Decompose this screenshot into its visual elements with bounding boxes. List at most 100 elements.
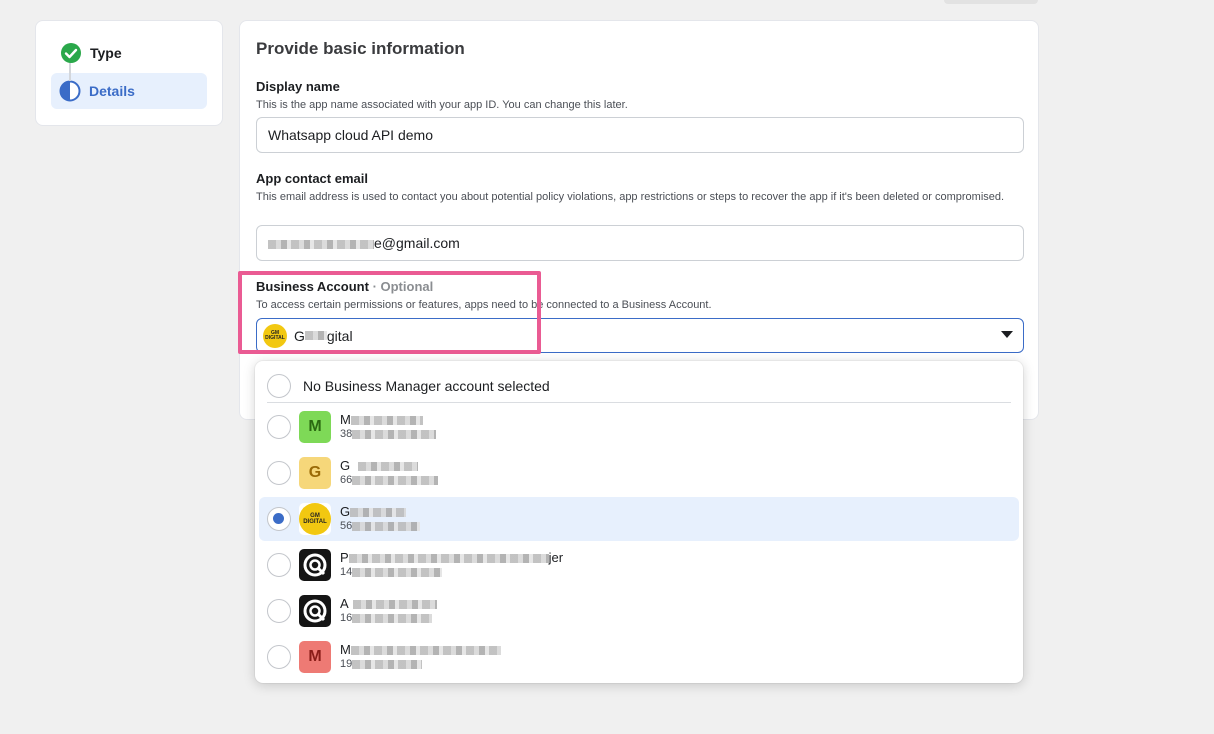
business-account-help: To access certain permissions or feature… [256,299,712,311]
contact-email-help: This email address is used to contact yo… [256,191,1005,203]
selected-account-prefix: G [294,327,305,344]
avatar: M [299,641,331,673]
item-name: Pjer [340,550,563,565]
redacted-email-prefix [268,239,374,249]
contact-email-label: App contact email [256,171,368,186]
item-text: G 66 [340,458,439,488]
radio-button[interactable] [267,461,291,485]
item-text: Pjer 14 [340,550,563,580]
item-text: G 56 [340,504,421,534]
ring-logo-icon [303,599,327,623]
redacted-id [352,567,443,577]
radio-button-checked[interactable] [267,507,291,531]
step-details-label: Details [89,83,135,99]
chevron-down-icon[interactable] [1001,331,1013,338]
display-name-help: This is the app name associated with you… [256,99,628,111]
redacted-name [352,600,437,610]
redacted-name [350,416,423,426]
item-id: 14 [340,565,563,580]
contact-email-suffix: e@gmail.com [374,235,460,251]
gm-digital-logo: GM DIGITAL [299,503,331,535]
list-item[interactable]: A 16 [259,589,1019,633]
item-text: A 16 [340,596,437,626]
redacted-id [352,429,437,439]
redacted-id [352,659,423,669]
item-text: M 19 [340,642,501,672]
item-name: G [340,504,420,519]
list-item[interactable]: Pjer 14 [259,543,1019,587]
item-name-prefix: M [340,642,351,657]
item-id: 38 [340,427,437,442]
business-account-label-text: Business Account [256,279,369,294]
item-text: M 38 [340,412,437,442]
option-none-label: No Business Manager account selected [303,378,550,394]
radio-button[interactable] [267,415,291,439]
redacted-id [352,475,439,485]
list-item[interactable]: G G 66 [259,451,1019,495]
radio-button[interactable] [267,599,291,623]
list-item-selected[interactable]: GM DIGITAL G 56 [259,497,1019,541]
item-id: 19 [340,657,501,672]
avatar [299,595,331,627]
redacted-id [352,613,433,623]
avatar [299,549,331,581]
item-name-prefix: G [340,504,351,519]
step-type-label: Type [90,45,122,61]
item-id: 16 [340,611,437,626]
divider [267,402,1011,403]
list-item[interactable]: M M 19 [259,635,1019,679]
stepper-connector [69,63,71,81]
item-name: G [340,458,438,473]
radio-button[interactable] [267,553,291,577]
option-no-business-account[interactable]: No Business Manager account selected [267,369,1011,403]
item-name: M [340,412,436,427]
redacted-name [358,462,419,472]
item-name-prefix: G [340,458,351,473]
top-button-stub[interactable] [944,0,1038,4]
item-id-prefix: 19 [340,658,353,670]
item-name-prefix: M [340,412,351,427]
contact-email-input[interactable]: e@gmail.com [256,225,1024,261]
ring-logo-icon [303,553,327,577]
basic-info-card: Provide basic information Display name T… [239,20,1039,420]
item-id-prefix: 38 [340,428,353,440]
gm-logo-bottom: DIGITAL [303,519,327,525]
item-id-prefix: 56 [340,520,353,532]
avatar: GM DIGITAL [299,503,331,535]
business-account-select[interactable]: GM DIGITAL G gital [256,318,1024,353]
half-circle-progress-icon [59,80,81,102]
step-type[interactable]: Type [52,35,206,71]
page-title: Provide basic information [256,39,465,58]
optional-tag: · Optional [372,279,434,294]
item-id-prefix: 16 [340,612,353,624]
gm-logo-bottom: DIGITAL [265,334,285,341]
check-circle-icon [61,43,81,63]
item-id: 66 [340,473,439,488]
radio-button[interactable] [267,645,291,669]
item-name: M [340,642,501,657]
display-name-label: Display name [256,79,340,94]
step-details[interactable]: Details [51,73,207,109]
redacted-name [348,554,549,564]
selected-account-suffix: gital [326,327,353,344]
item-name-suffix: jer [548,550,564,565]
list-item[interactable]: M M 38 [259,405,1019,449]
redacted-name [350,646,501,656]
item-name-prefix: P [340,550,349,565]
redacted-id [352,521,421,531]
setup-stepper: Type Details [35,20,223,126]
item-name: A [340,596,437,611]
item-id-prefix: 14 [340,566,353,578]
gm-digital-logo: GM DIGITAL [263,323,287,348]
avatar: M [299,411,331,443]
radio-button[interactable] [267,374,291,398]
item-name-prefix: A [340,596,349,611]
display-name-input[interactable]: Whatsapp cloud API demo [256,117,1024,153]
business-account-dropdown: No Business Manager account selected M M… [255,361,1023,683]
redacted-account-name [304,331,327,340]
redacted-name [350,508,407,518]
business-account-label: Business Account · Optional [256,279,433,294]
avatar: G [299,457,331,489]
item-id-prefix: 66 [340,474,353,486]
item-id: 56 [340,519,421,534]
